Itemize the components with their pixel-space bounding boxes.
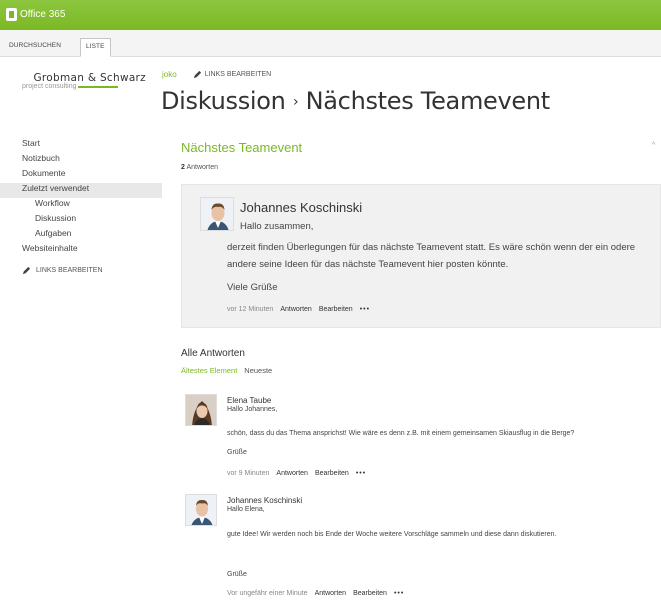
quick-launch: Start Notizbuch Dokumente Zuletzt verwen… <box>0 138 162 275</box>
post-meta: vor 12 Minuten Antworten Bearbeiten ••• <box>227 306 370 313</box>
person-photo-icon <box>186 395 216 425</box>
thread-title: Nächstes Teamevent <box>181 140 303 155</box>
office365-brand[interactable]: Office 365 <box>6 8 65 21</box>
pencil-icon <box>22 266 31 275</box>
quicklaunch-item-recent[interactable]: Zuletzt verwendet <box>0 183 162 198</box>
logo-bar <box>78 85 119 88</box>
edit-button[interactable]: Bearbeiten <box>315 470 349 477</box>
more-options-icon[interactable]: ••• <box>360 306 370 313</box>
reply-item: Johannes Koschinski Hallo Elena, gute Id… <box>181 494 651 601</box>
quicklaunch-item-dokumente[interactable]: Dokumente <box>22 168 162 183</box>
more-options-icon[interactable]: ••• <box>356 470 366 477</box>
quicklaunch-item-websiteinhalte[interactable]: Websiteinhalte <box>22 243 162 258</box>
tab-liste[interactable]: LISTE <box>80 38 111 57</box>
reply-item: Elena Taube Hallo Johannes, schön, dass … <box>181 394 651 484</box>
edit-button[interactable]: Bearbeiten <box>319 306 353 313</box>
reply-button[interactable]: Antworten <box>276 470 308 477</box>
post-body: derzeit finden Überlegungen für das näch… <box>227 242 636 270</box>
reply-count: 2 Antworten <box>181 164 218 171</box>
reply-greeting: Hallo Elena, <box>227 506 265 513</box>
quicklaunch-item-workflow[interactable]: Workflow <box>22 198 162 213</box>
site-link-joko[interactable]: joko <box>162 70 177 79</box>
reply-author[interactable]: Johannes Koschinski <box>227 496 302 505</box>
suite-bar: Office 365 <box>0 0 661 30</box>
edit-button[interactable]: Bearbeiten <box>353 590 387 597</box>
post-greeting: Hallo zusammen, <box>240 221 314 232</box>
collapse-icon[interactable]: ^ <box>652 142 655 149</box>
office-logo-icon <box>6 8 17 21</box>
edit-links-quicklaunch-button[interactable]: LINKS BEARBEITEN <box>22 266 162 275</box>
reply-author[interactable]: Elena Taube <box>227 396 271 405</box>
tab-durchsuchen[interactable]: DURCHSUCHEN <box>4 38 66 57</box>
avatar[interactable] <box>185 494 217 526</box>
logo-tagline: project consulting <box>22 83 146 90</box>
quicklaunch-item-diskussion[interactable]: Diskussion <box>22 213 162 228</box>
reply-closing: Grüße <box>227 571 247 578</box>
sort-newest-tab[interactable]: Neueste <box>244 366 272 375</box>
avatar[interactable] <box>185 394 217 426</box>
post-closing: Viele Grüße <box>227 282 278 293</box>
person-photo-icon <box>186 495 216 525</box>
ribbon-tabs: DURCHSUCHEN LISTE <box>0 30 661 57</box>
quicklaunch-item-aufgaben[interactable]: Aufgaben <box>22 228 162 243</box>
page-title-list[interactable]: Diskussion <box>161 87 286 115</box>
top-navigation: joko LINKS BEARBEITEN <box>162 70 271 79</box>
logo-tagline-text: project consulting <box>22 83 77 90</box>
person-photo-icon <box>201 198 233 230</box>
pencil-icon <box>193 70 201 79</box>
office365-label: Office 365 <box>20 9 66 20</box>
root-post: Johannes Koschinski Hallo zusammen, derz… <box>181 184 661 328</box>
reply-body: gute Idee! Wir werden noch bis Ende der … <box>227 531 557 538</box>
edit-links-top-label: LINKS BEARBEITEN <box>204 71 272 78</box>
quicklaunch-item-start[interactable]: Start <box>22 138 162 153</box>
quicklaunch-item-notizbuch[interactable]: Notizbuch <box>22 153 162 168</box>
reply-meta: vor 9 Minuten Antworten Bearbeiten ••• <box>227 470 366 477</box>
site-logo[interactable]: Grobman & Schwarz project consulting <box>22 72 146 90</box>
reply-meta: Vor ungefähr einer Minute Antworten Bear… <box>227 590 404 597</box>
post-author[interactable]: Johannes Koschinski <box>240 200 362 215</box>
reply-button[interactable]: Antworten <box>315 590 347 597</box>
edit-links-quicklaunch-label: LINKS BEARBEITEN <box>36 267 103 274</box>
sort-tabs: Ältestes Element Neueste <box>181 366 272 375</box>
page-title: Diskussion › Nächstes Teamevent <box>161 87 550 115</box>
edit-links-top-button[interactable]: LINKS BEARBEITEN <box>193 70 272 79</box>
reply-closing: Grüße <box>227 449 247 456</box>
all-answers-heading: Alle Antworten <box>181 348 245 359</box>
reply-button[interactable]: Antworten <box>280 306 312 313</box>
avatar[interactable] <box>200 197 234 231</box>
reply-greeting: Hallo Johannes, <box>227 406 278 413</box>
more-options-icon[interactable]: ••• <box>394 590 404 597</box>
sort-oldest-tab[interactable]: Ältestes Element <box>181 366 237 375</box>
reply-time: vor 9 Minuten <box>227 470 270 477</box>
reply-time: Vor ungefähr einer Minute <box>227 590 308 597</box>
reply-body: schön, dass du das Thema ansprichst! Wie… <box>227 430 575 437</box>
reply-count-number: 2 <box>181 164 185 171</box>
page-title-item: Nächstes Teamevent <box>305 87 551 115</box>
post-time: vor 12 Minuten <box>227 306 274 313</box>
reply-count-label: Antworten <box>186 164 218 171</box>
page-title-separator: › <box>292 94 299 110</box>
